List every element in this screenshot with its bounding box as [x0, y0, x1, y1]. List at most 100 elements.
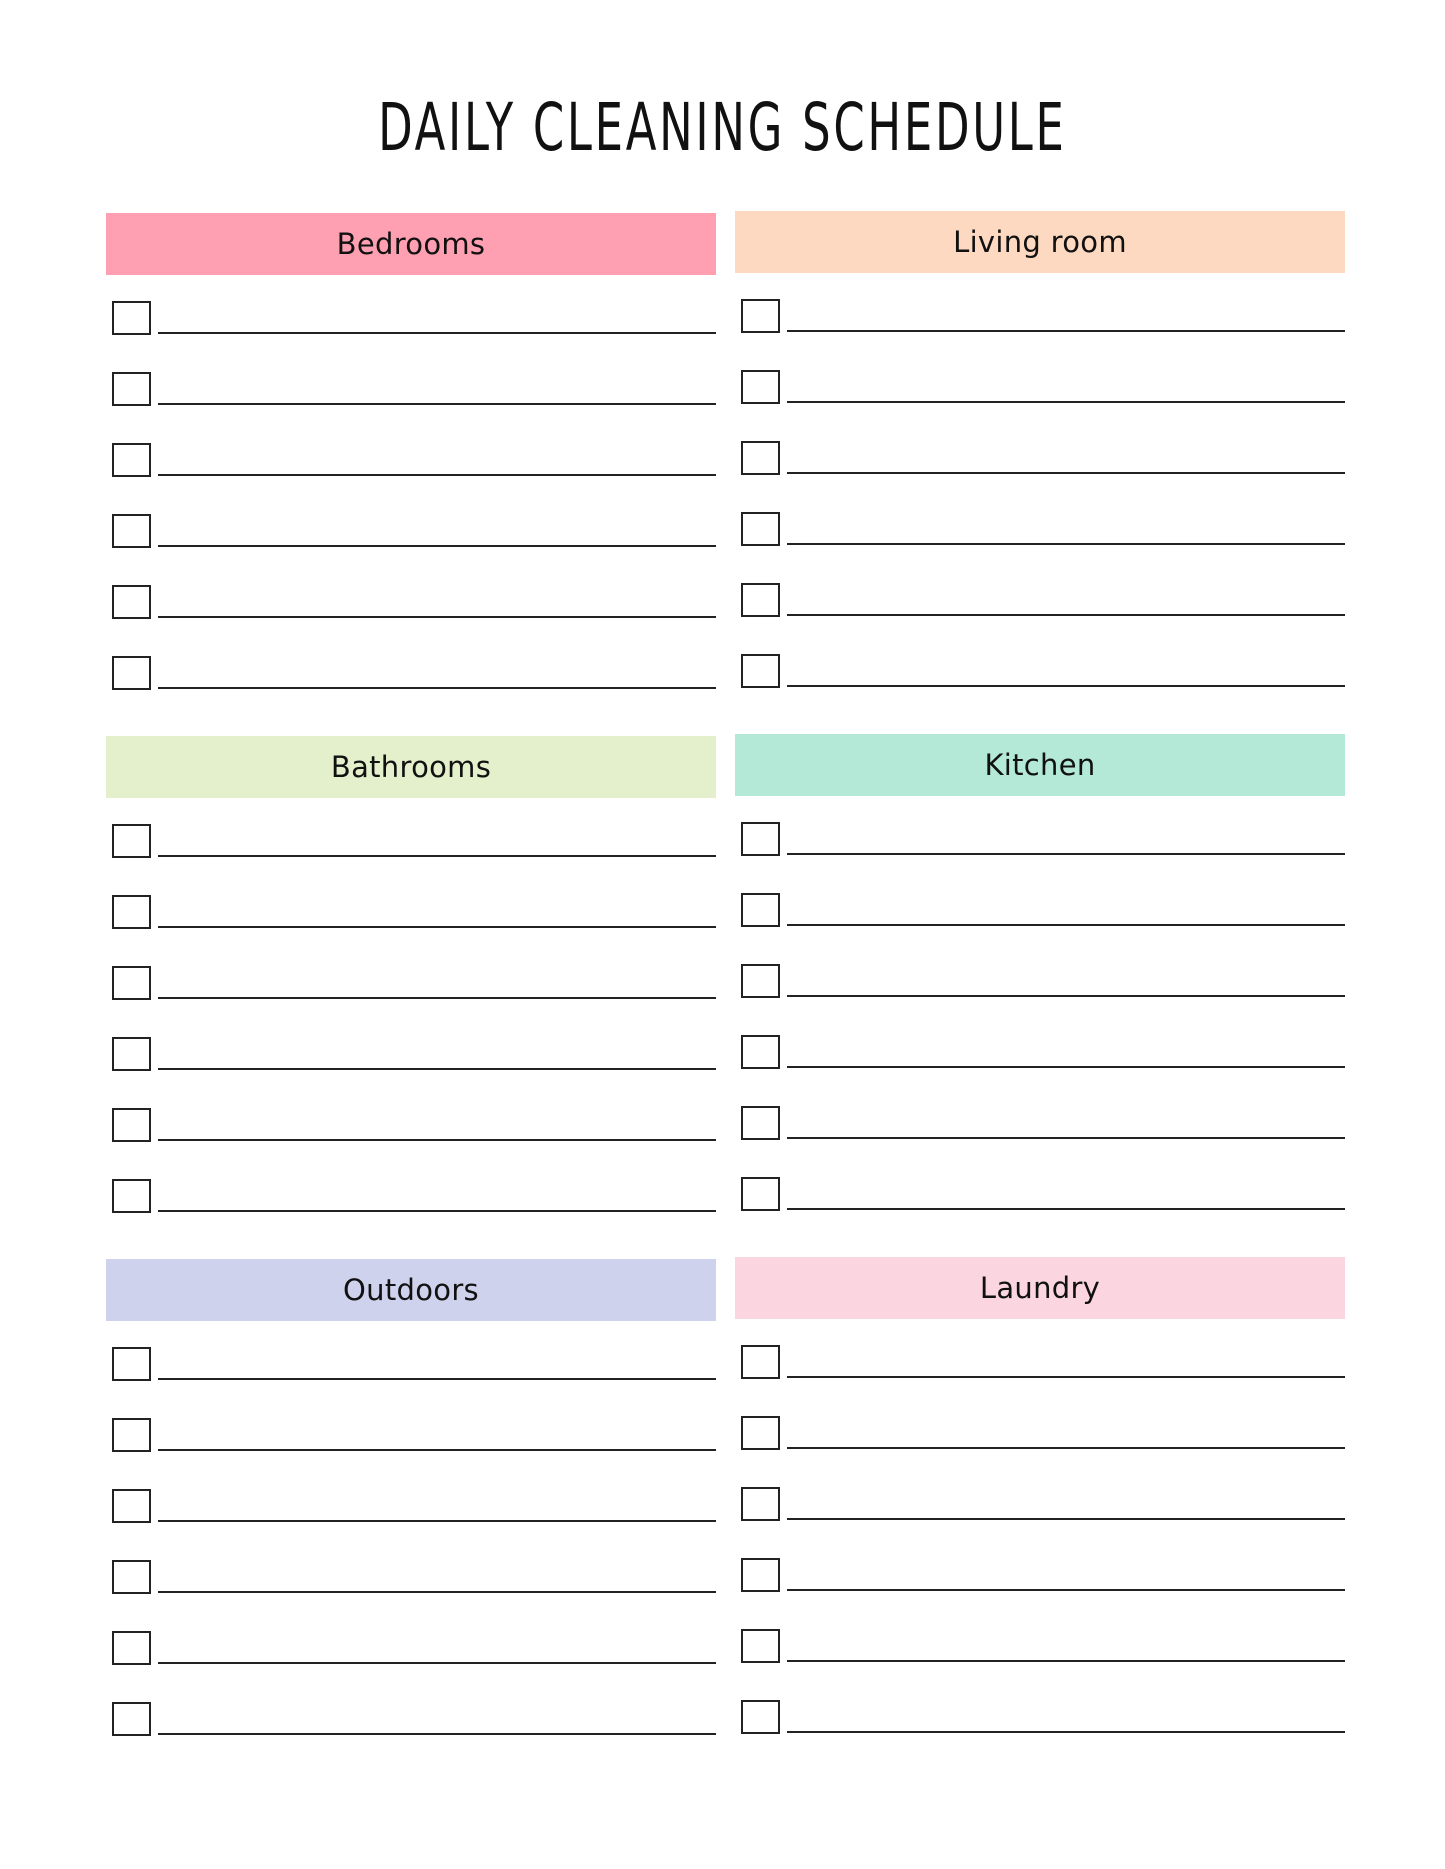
- task-write-line[interactable]: [158, 855, 716, 857]
- task-checkbox[interactable]: [112, 1037, 151, 1071]
- task-checkbox[interactable]: [741, 1487, 780, 1521]
- task-write-line[interactable]: [787, 924, 1345, 926]
- section-header: Bedrooms: [106, 213, 716, 275]
- task-checkbox[interactable]: [741, 1558, 780, 1592]
- task-checkbox[interactable]: [741, 583, 780, 617]
- section-laundry: Laundry: [735, 1257, 1345, 1771]
- task-checkbox[interactable]: [112, 1418, 151, 1452]
- task-checkbox[interactable]: [112, 656, 151, 690]
- task-checkbox[interactable]: [741, 893, 780, 927]
- task-write-line[interactable]: [787, 1376, 1345, 1378]
- task-checkbox[interactable]: [741, 299, 780, 333]
- task-checkbox[interactable]: [112, 1179, 151, 1213]
- task-write-line[interactable]: [158, 1733, 716, 1735]
- task-write-line[interactable]: [787, 614, 1345, 616]
- task-row: [106, 514, 716, 585]
- task-write-line[interactable]: [787, 685, 1345, 687]
- task-checkbox[interactable]: [112, 372, 151, 406]
- task-checkbox[interactable]: [741, 441, 780, 475]
- task-write-line[interactable]: [158, 1378, 716, 1380]
- task-row: [735, 1106, 1345, 1177]
- task-checkbox[interactable]: [741, 654, 780, 688]
- task-row: [106, 1560, 716, 1631]
- task-checkbox[interactable]: [112, 301, 151, 335]
- task-write-line[interactable]: [158, 1139, 716, 1141]
- task-checkbox[interactable]: [112, 1489, 151, 1523]
- task-checkbox[interactable]: [112, 1347, 151, 1381]
- task-write-line[interactable]: [787, 543, 1345, 545]
- section-header: Outdoors: [106, 1259, 716, 1321]
- task-write-line[interactable]: [158, 926, 716, 928]
- page-title: DAILY CLEANING SCHEDULE: [378, 89, 1067, 166]
- task-checkbox[interactable]: [741, 1345, 780, 1379]
- task-write-line[interactable]: [787, 401, 1345, 403]
- task-checkbox[interactable]: [741, 370, 780, 404]
- task-row: [106, 372, 716, 443]
- task-write-line[interactable]: [158, 1662, 716, 1664]
- task-write-line[interactable]: [787, 1731, 1345, 1733]
- task-row: [106, 585, 716, 656]
- task-checkbox[interactable]: [112, 1631, 151, 1665]
- task-checkbox[interactable]: [741, 1106, 780, 1140]
- task-checkbox[interactable]: [741, 512, 780, 546]
- task-checkbox[interactable]: [741, 964, 780, 998]
- task-checkbox[interactable]: [112, 1560, 151, 1594]
- task-write-line[interactable]: [787, 1208, 1345, 1210]
- task-write-line[interactable]: [158, 1449, 716, 1451]
- task-row: [106, 1418, 716, 1489]
- task-list: [735, 822, 1345, 1248]
- task-write-line[interactable]: [158, 1210, 716, 1212]
- task-write-line[interactable]: [158, 687, 716, 689]
- task-row: [735, 1345, 1345, 1416]
- task-row: [106, 895, 716, 966]
- task-checkbox[interactable]: [112, 895, 151, 929]
- task-write-line[interactable]: [158, 1068, 716, 1070]
- section-header: Living room: [735, 211, 1345, 273]
- task-write-line[interactable]: [158, 403, 716, 405]
- task-write-line[interactable]: [787, 1137, 1345, 1139]
- task-write-line[interactable]: [787, 1518, 1345, 1520]
- task-checkbox[interactable]: [741, 1629, 780, 1663]
- task-checkbox[interactable]: [741, 822, 780, 856]
- task-checkbox[interactable]: [741, 1700, 780, 1734]
- task-checkbox[interactable]: [741, 1177, 780, 1211]
- task-write-line[interactable]: [787, 1660, 1345, 1662]
- task-write-line[interactable]: [787, 1589, 1345, 1591]
- task-checkbox[interactable]: [112, 966, 151, 1000]
- section-outdoors: Outdoors: [106, 1259, 716, 1773]
- task-write-line[interactable]: [787, 472, 1345, 474]
- task-write-line[interactable]: [158, 616, 716, 618]
- section-header: Bathrooms: [106, 736, 716, 798]
- task-write-line[interactable]: [158, 1591, 716, 1593]
- task-write-line[interactable]: [158, 1520, 716, 1522]
- task-list: [106, 824, 716, 1250]
- task-write-line[interactable]: [158, 545, 716, 547]
- task-write-line[interactable]: [787, 330, 1345, 332]
- task-write-line[interactable]: [158, 474, 716, 476]
- task-row: [735, 512, 1345, 583]
- task-checkbox[interactable]: [112, 585, 151, 619]
- task-checkbox[interactable]: [112, 1108, 151, 1142]
- task-row: [106, 1489, 716, 1560]
- task-row: [735, 1558, 1345, 1629]
- task-write-line[interactable]: [787, 995, 1345, 997]
- section-kitchen: Kitchen: [735, 734, 1345, 1248]
- task-checkbox[interactable]: [112, 1702, 151, 1736]
- task-checkbox[interactable]: [112, 824, 151, 858]
- task-checkbox[interactable]: [741, 1416, 780, 1450]
- task-write-line[interactable]: [158, 332, 716, 334]
- task-row: [735, 893, 1345, 964]
- task-row: [106, 656, 716, 727]
- task-row: [735, 299, 1345, 370]
- task-write-line[interactable]: [158, 997, 716, 999]
- task-write-line[interactable]: [787, 1447, 1345, 1449]
- task-write-line[interactable]: [787, 1066, 1345, 1068]
- task-checkbox[interactable]: [741, 1035, 780, 1069]
- task-checkbox[interactable]: [112, 514, 151, 548]
- task-checkbox[interactable]: [112, 443, 151, 477]
- task-list: [106, 301, 716, 727]
- section-bathrooms: Bathrooms: [106, 736, 716, 1250]
- task-write-line[interactable]: [787, 853, 1345, 855]
- section-header: Kitchen: [735, 734, 1345, 796]
- task-row: [735, 1416, 1345, 1487]
